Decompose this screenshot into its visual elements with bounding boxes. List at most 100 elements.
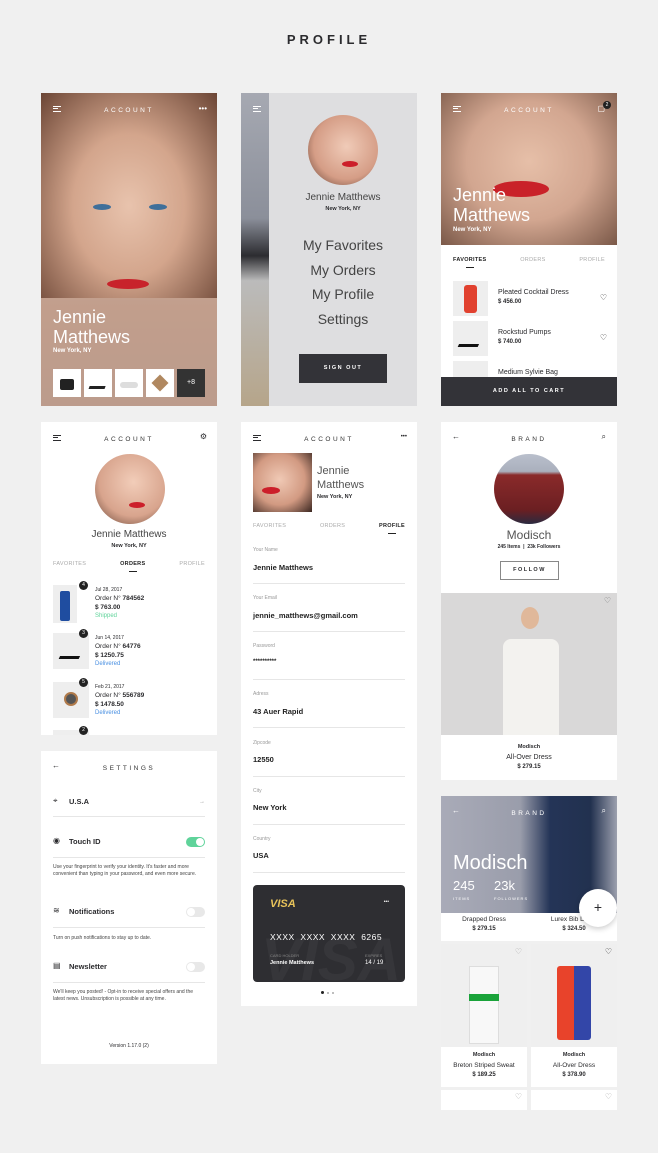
sign-out-button[interactable]: SIGN OUT — [299, 354, 387, 383]
tab-orders[interactable]: ORDERS — [120, 561, 145, 572]
order-thumb — [53, 682, 89, 718]
order-number-value: 784562 — [122, 595, 145, 602]
followers-label: FOLLOWERS — [494, 896, 529, 901]
order-number-label: Order N° — [95, 595, 121, 602]
profile-screen: ACCOUNT ••• Jennie Matthews New York, NY… — [241, 422, 417, 1006]
notifications-toggle[interactable] — [186, 907, 205, 917]
order-number-label: Order N° — [95, 692, 121, 699]
newsletter-toggle[interactable] — [186, 962, 205, 972]
tab-favorites[interactable]: FAVORITES — [53, 561, 86, 567]
credit-card[interactable]: VISA VISA ••• XXXX XXXX XXXX 6265 CARD H… — [253, 885, 405, 982]
order-price: $ 763.00 — [95, 604, 121, 611]
search-icon[interactable]: ⌕ — [602, 433, 606, 441]
gear-icon[interactable]: ⚙ — [200, 433, 207, 441]
tab-favorites[interactable]: FAVORITES — [453, 257, 486, 268]
card-more-icon[interactable]: ••• — [384, 899, 389, 905]
city-field[interactable]: New York — [253, 803, 287, 812]
product-price: $ 324.50 — [562, 926, 586, 932]
tab-profile[interactable]: PROFILE — [179, 561, 205, 567]
background-content — [241, 93, 269, 406]
tab-profile[interactable]: PROFILE — [579, 257, 605, 263]
orders-screen: ACCOUNT ⚙ Jennie Matthews New York, NY F… — [41, 422, 217, 735]
tab-favorites[interactable]: FAVORITES — [253, 523, 286, 529]
eye-left — [93, 204, 111, 210]
brand-name: Modisch — [506, 528, 552, 542]
location: New York, NY — [53, 348, 92, 354]
name-field-label: Your Name — [253, 547, 278, 553]
tab-orders[interactable]: ORDERS — [520, 257, 545, 263]
country-setting[interactable]: U.S.A — [69, 797, 89, 806]
product-name[interactable]: Drapped Dress — [441, 916, 527, 923]
arrow-right-icon[interactable]: → — [199, 798, 205, 806]
header-title: ACCOUNT — [504, 107, 554, 114]
follow-button[interactable]: FOLLOW — [500, 561, 559, 580]
email-field[interactable]: jennie_matthews@gmail.com — [253, 611, 358, 620]
tab-orders[interactable]: ORDERS — [320, 523, 345, 529]
country-field[interactable]: USA — [253, 851, 269, 860]
user-name: Jennie Matthews — [305, 192, 381, 203]
location-pin-icon: ⌖ — [53, 796, 58, 805]
product-card[interactable]: ♡ — [441, 1090, 527, 1110]
order-row[interactable]: 3 Jun 14, 2017 Order N° 64776 $ 1250.75 … — [41, 629, 217, 677]
heart-icon[interactable]: ♡ — [600, 293, 607, 302]
header-title: ACCOUNT — [104, 436, 154, 443]
product-brand: Modisch — [517, 744, 541, 750]
pager-dot[interactable] — [327, 991, 329, 994]
pager-dot[interactable] — [332, 991, 334, 994]
product-card[interactable]: ♡ Modisch Breton Striped Sweat $ 189.25 — [441, 944, 527, 1087]
name-line2: Matthews — [453, 205, 531, 225]
tab-profile[interactable]: PROFILE — [379, 523, 405, 534]
more-items-button[interactable]: +8 — [177, 369, 205, 397]
add-all-to-cart-button[interactable]: ADD ALL TO CART — [441, 377, 617, 406]
product-card[interactable]: ♡ — [531, 1090, 617, 1110]
menu-item-settings[interactable]: Settings — [269, 311, 417, 327]
product-card[interactable]: ♡ Modisch All-Over Dress $ 378.90 — [531, 944, 617, 1087]
search-icon[interactable]: ⌕ — [602, 807, 606, 815]
more-icon[interactable]: ••• — [401, 433, 407, 441]
product-name[interactable]: Medium Sylvie Bag — [498, 369, 558, 376]
heart-icon[interactable]: ♡ — [605, 947, 612, 956]
product-thumb[interactable] — [453, 321, 488, 356]
order-row[interactable]: 4 Jul 28, 2017 Order N° 784562 $ 763.00 … — [41, 581, 217, 629]
menu-item-favorites[interactable]: My Favorites — [269, 237, 417, 253]
zipcode-field[interactable]: 12550 — [253, 755, 274, 764]
more-icon[interactable]: ••• — [199, 105, 207, 113]
heart-icon[interactable]: ♡ — [604, 596, 611, 605]
heart-icon[interactable]: ♡ — [515, 947, 522, 956]
brand-avatar — [494, 454, 564, 524]
order-price: $ 1250.75 — [95, 652, 124, 659]
expires-label: EXPIRES — [365, 953, 383, 958]
order-number: Order N° 556789 — [95, 692, 144, 699]
heart-icon[interactable]: ♡ — [515, 1092, 522, 1101]
add-button[interactable]: + — [579, 889, 617, 927]
order-row[interactable]: 5 Feb 21, 2017 Order N° 556789 $ 1478.50… — [41, 678, 217, 726]
name-field[interactable]: Jennie Matthews — [253, 563, 313, 572]
address-field[interactable]: 43 Auer Rapid — [253, 707, 303, 716]
card-holder: Jennie Matthews — [270, 960, 315, 966]
password-field[interactable]: ********** — [253, 659, 276, 665]
heart-icon[interactable]: ♡ — [600, 333, 607, 342]
quantity-badge: 3 — [79, 629, 88, 638]
touch-id-toggle[interactable] — [186, 837, 205, 847]
order-row[interactable]: 2 — [41, 726, 217, 735]
card-pager[interactable] — [321, 991, 334, 994]
menu-item-orders[interactable]: My Orders — [269, 262, 417, 278]
menu-icon[interactable] — [253, 106, 261, 112]
thumb-pumps[interactable] — [84, 369, 112, 397]
fingerprint-icon: ◉ — [53, 836, 60, 845]
thumb-ring[interactable] — [146, 369, 174, 397]
product-name[interactable]: Rockstud Pumps — [498, 329, 551, 336]
product-price: $ 740.00 — [498, 339, 522, 345]
product-thumb[interactable] — [453, 281, 488, 316]
pager-dot-active[interactable] — [321, 991, 324, 994]
menu-item-profile[interactable]: My Profile — [269, 286, 417, 302]
order-status: Delivered — [95, 661, 121, 667]
heart-icon[interactable]: ♡ — [605, 1092, 612, 1101]
name-line1: Jennie — [53, 307, 107, 327]
newsletter-label: Newsletter — [69, 962, 107, 971]
product-name[interactable]: Pleated Cocktail Dress — [498, 289, 569, 296]
product-image[interactable] — [441, 593, 617, 735]
thumb-loafers[interactable] — [115, 369, 143, 397]
product-name[interactable]: All-Over Dress — [441, 754, 617, 761]
thumb-bag[interactable] — [53, 369, 81, 397]
